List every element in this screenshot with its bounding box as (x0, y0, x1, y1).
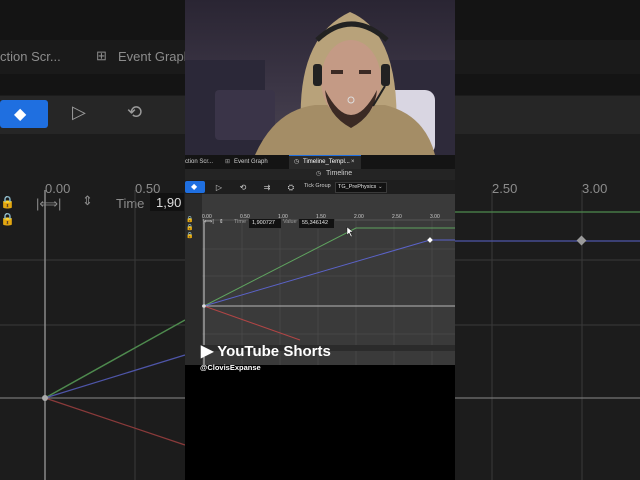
person-silhouette (255, 12, 435, 155)
clock-icon: ◷ (316, 171, 322, 177)
value-field[interactable]: 55,346142 (298, 218, 335, 229)
youtube-shorts-logo[interactable]: ▶ YouTube Shorts (201, 341, 331, 361)
channel-handle[interactable]: @ClovisExpanse (200, 363, 261, 372)
timeline-editor: ction Scr... ⊞ Event Graph ◷ Timeline_Te… (185, 155, 455, 365)
graph-icon: ⊞ (225, 159, 231, 165)
autoplay-button[interactable]: ⇉ (257, 181, 277, 194)
value-label: Value (283, 219, 297, 225)
red-curve (203, 305, 301, 341)
tab-blueprint[interactable]: ction Scr... (185, 155, 213, 169)
tick-group-label: Tick Group (304, 183, 331, 189)
youtube-shorts-text: YouTube Shorts (217, 343, 331, 360)
chevron-down-icon: ⌄ (378, 184, 383, 190)
tick-group-dropdown[interactable]: TG_PrePhysics ⌄ (335, 182, 387, 193)
fit-horizontal-icon[interactable]: |⟺| (203, 218, 214, 227)
time-field[interactable]: 1,900727 (248, 218, 282, 229)
clock-icon: ◷ (294, 159, 300, 165)
editor-tab-bar: ction Scr... ⊞ Event Graph ◷ Timeline_Te… (185, 155, 455, 170)
play-button[interactable]: ▷ (209, 181, 229, 194)
panel-title-bar: ◷ Timeline (185, 169, 455, 180)
tick-group-value: TG_PrePhysics (338, 184, 377, 190)
fit-vertical-icon[interactable]: ⇕ (219, 218, 224, 227)
close-icon[interactable]: × (351, 155, 355, 169)
time-value: 1,900727 (252, 220, 275, 226)
key-icon: ◆ (191, 182, 198, 191)
tab-timeline-label: Timeline_Templ... (303, 159, 350, 165)
mouse-cursor-icon (346, 226, 354, 238)
shorts-icon: ▶ (201, 343, 214, 360)
tab-timeline[interactable]: ◷ Timeline_Templ... × (289, 155, 361, 170)
tab-event-graph[interactable]: Event Graph (234, 155, 268, 169)
time-label: Time (234, 219, 247, 225)
editor-toolbar: ◆ ▷ ⟲ ⇉ ⛭ Tick Group TG_PrePhysics ⌄ (185, 180, 455, 194)
webcam-feed (185, 0, 455, 155)
value-value: 55,346142 (302, 220, 328, 226)
loop-button[interactable]: ⟲ (233, 181, 253, 194)
add-key-button[interactable]: ◆ (185, 181, 205, 193)
panel-title: Timeline (326, 170, 353, 177)
replicated-button[interactable]: ⛭ (281, 181, 301, 194)
